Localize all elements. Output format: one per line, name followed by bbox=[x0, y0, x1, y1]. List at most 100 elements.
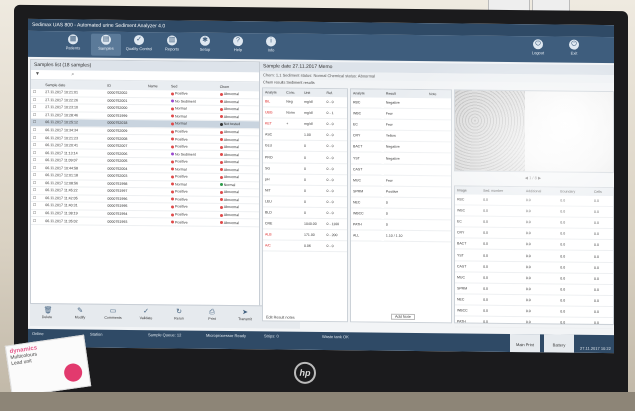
table-row[interactable]: CRE 1040.00 0 - 1100 bbox=[263, 217, 347, 230]
toolbar-exit-button[interactable]: ⏻ Exit bbox=[559, 38, 589, 60]
table-row[interactable]: UBG Norm mg/dl 0 - 1 bbox=[263, 106, 347, 119]
main-print-button[interactable]: Main Print bbox=[510, 333, 540, 353]
toolbar-info-button[interactable]: i Info bbox=[256, 35, 286, 57]
cell-value: 0.0 bbox=[523, 283, 559, 295]
sediment-note bbox=[427, 175, 451, 187]
validate-button[interactable]: ✓ Validate bbox=[133, 307, 159, 325]
status-dot-icon bbox=[219, 153, 223, 157]
row-checkbox[interactable]: ☐ bbox=[31, 216, 44, 225]
row-checkbox[interactable]: ☐ bbox=[31, 171, 44, 180]
toolbar-help-button[interactable]: ? Help bbox=[223, 35, 253, 57]
table-row[interactable]: PRO 0 0 - 0 bbox=[263, 151, 347, 164]
comments-button[interactable]: ▭ Comments bbox=[100, 307, 126, 325]
row-checkbox[interactable]: ☐ bbox=[31, 156, 44, 165]
sediment-note bbox=[427, 153, 451, 165]
cell-value: WBCC bbox=[455, 304, 482, 317]
status-dot-icon bbox=[219, 183, 223, 187]
toolbar-samples-button[interactable]: ▤ Samples bbox=[91, 33, 121, 56]
screen: Sedimax UAS 800 - Automated urine Sedime… bbox=[28, 18, 614, 354]
status-dot-icon bbox=[170, 160, 174, 164]
print-button[interactable]: ⎙ Print bbox=[199, 308, 225, 326]
cell-value: 0.0 bbox=[523, 250, 559, 262]
column-header: Image bbox=[455, 186, 482, 195]
row-checkbox[interactable]: ☐ bbox=[31, 103, 44, 112]
cell-value: RBC bbox=[455, 194, 482, 206]
column-header[interactable]: Name bbox=[145, 81, 169, 91]
table-row[interactable]: ☐ 06.11.2017 11:35:02 0000751993 Positive Ab… bbox=[31, 216, 259, 227]
cell-value: 0.0 bbox=[481, 294, 524, 306]
table-row[interactable]: SG 0 0 - 0 bbox=[263, 162, 347, 175]
chem-footer[interactable]: Edit Result notes bbox=[266, 315, 295, 319]
table-row[interactable]: PATH 0.0 0.0 0.0 0.0 bbox=[455, 315, 613, 329]
row-checkbox[interactable]: ☐ bbox=[31, 126, 44, 134]
row-checkbox[interactable]: ☐ bbox=[31, 163, 44, 172]
table-row[interactable]: A/C 0.06 0 - 0 bbox=[263, 240, 347, 253]
add-note-button[interactable]: Add Note bbox=[391, 313, 415, 320]
cell-value: 0.0 bbox=[481, 249, 524, 262]
table-row[interactable]: GLU 0 0 - 0 bbox=[263, 140, 347, 153]
cell-value: 0.0 bbox=[481, 260, 524, 273]
sediment-result bbox=[383, 163, 428, 176]
battery-button[interactable]: Battery bbox=[544, 334, 574, 353]
analyte-value: 1.00 bbox=[302, 129, 325, 141]
sediment-image[interactable] bbox=[454, 89, 614, 174]
delete-button[interactable]: 🗑 Delete bbox=[34, 306, 60, 324]
table-row[interactable]: ASC 1.00 0 - 0 bbox=[263, 129, 347, 142]
column-header[interactable]: ID bbox=[105, 80, 146, 91]
search-icon[interactable]: ⌕ bbox=[71, 71, 74, 77]
action-label: Delete bbox=[41, 315, 53, 320]
status-dot-icon bbox=[219, 107, 223, 111]
analyte-name: ASC bbox=[263, 129, 285, 141]
chem-table: Analyte Conc. Unit Ref. BIL Neg mg/dl 0 - 0 UBG… bbox=[263, 88, 347, 253]
table-row[interactable]: pH 0 0 - 0 bbox=[263, 173, 347, 186]
cell-value: BACT bbox=[455, 238, 482, 250]
row-checkbox[interactable]: ☐ bbox=[31, 141, 44, 149]
row-checkbox[interactable]: ☐ bbox=[31, 186, 44, 195]
transmit-button[interactable]: ➤ Transmit bbox=[232, 308, 258, 326]
status-dot-icon bbox=[170, 197, 174, 201]
table-row[interactable]: LEU 0 0 - 0 bbox=[263, 195, 347, 208]
table-row[interactable]: ALL 1.10 / 1.10 bbox=[351, 229, 451, 243]
row-checkbox[interactable]: ☐ bbox=[31, 133, 44, 142]
toolbar-quality-control-button[interactable]: ✓ Quality Control bbox=[124, 34, 154, 56]
table-row[interactable]: KET + mg/dl 0 - 0 bbox=[263, 118, 347, 131]
row-checkbox[interactable]: ☐ bbox=[31, 96, 44, 104]
analyte-conc bbox=[284, 207, 303, 219]
row-checkbox[interactable]: ☐ bbox=[31, 148, 44, 157]
row-checkbox[interactable]: ☐ bbox=[31, 201, 44, 210]
sample-date: 06.11.2017 11:35:02 bbox=[43, 216, 106, 226]
analyte-range: 0 - 200 bbox=[324, 229, 347, 241]
rerun-button[interactable]: ↻ Rerun bbox=[166, 307, 192, 325]
status-segment: Station bbox=[90, 331, 103, 337]
toolbar-reports-button[interactable]: ▥ Reports bbox=[157, 34, 187, 56]
cell-value: 0.0 bbox=[558, 239, 593, 251]
cell-value: CAST bbox=[455, 260, 482, 272]
table-row[interactable]: BLD 0 0 - 0 bbox=[263, 206, 347, 219]
toolbar-patients-button[interactable]: ▦ Patients bbox=[58, 33, 88, 55]
toolbar-setup-button[interactable]: ✱ Setup bbox=[190, 35, 220, 57]
filter-icon[interactable]: ▼ bbox=[35, 71, 40, 77]
row-checkbox[interactable]: ☐ bbox=[31, 111, 44, 119]
cell-value: 0.0 bbox=[592, 272, 613, 285]
analyte-conc bbox=[284, 140, 303, 152]
row-checkbox[interactable]: ☐ bbox=[31, 118, 44, 127]
cell-value: 0.0 bbox=[592, 261, 613, 274]
action-label: Comments bbox=[104, 315, 122, 320]
row-checkbox[interactable]: ☐ bbox=[31, 179, 44, 187]
table-row[interactable]: NIT 0 0 - 0 bbox=[263, 184, 347, 197]
toolbar-label: Patients bbox=[65, 45, 81, 51]
analyte-name: ALB bbox=[263, 229, 285, 241]
column-header[interactable]: Chem bbox=[217, 81, 259, 92]
modify-button[interactable]: ✎ Modify bbox=[67, 306, 93, 324]
row-checkbox[interactable]: ☐ bbox=[31, 209, 44, 217]
status-segment: Strips: 0 bbox=[264, 333, 279, 339]
toolbar-logout-button[interactable]: ⏻ Logout bbox=[523, 38, 553, 60]
cell-value: 0.0 bbox=[558, 261, 593, 273]
cell-value: SPRM bbox=[455, 282, 482, 295]
table-row[interactable]: ALB 171.00 0 - 200 bbox=[263, 229, 347, 241]
image-navigation[interactable]: ◀ 1 / 8 ▶ bbox=[454, 171, 612, 185]
row-checkbox[interactable]: ☐ bbox=[31, 194, 44, 202]
column-header[interactable]: Sed bbox=[168, 81, 218, 91]
status-dot-icon bbox=[170, 92, 174, 96]
column-header[interactable] bbox=[31, 79, 44, 90]
